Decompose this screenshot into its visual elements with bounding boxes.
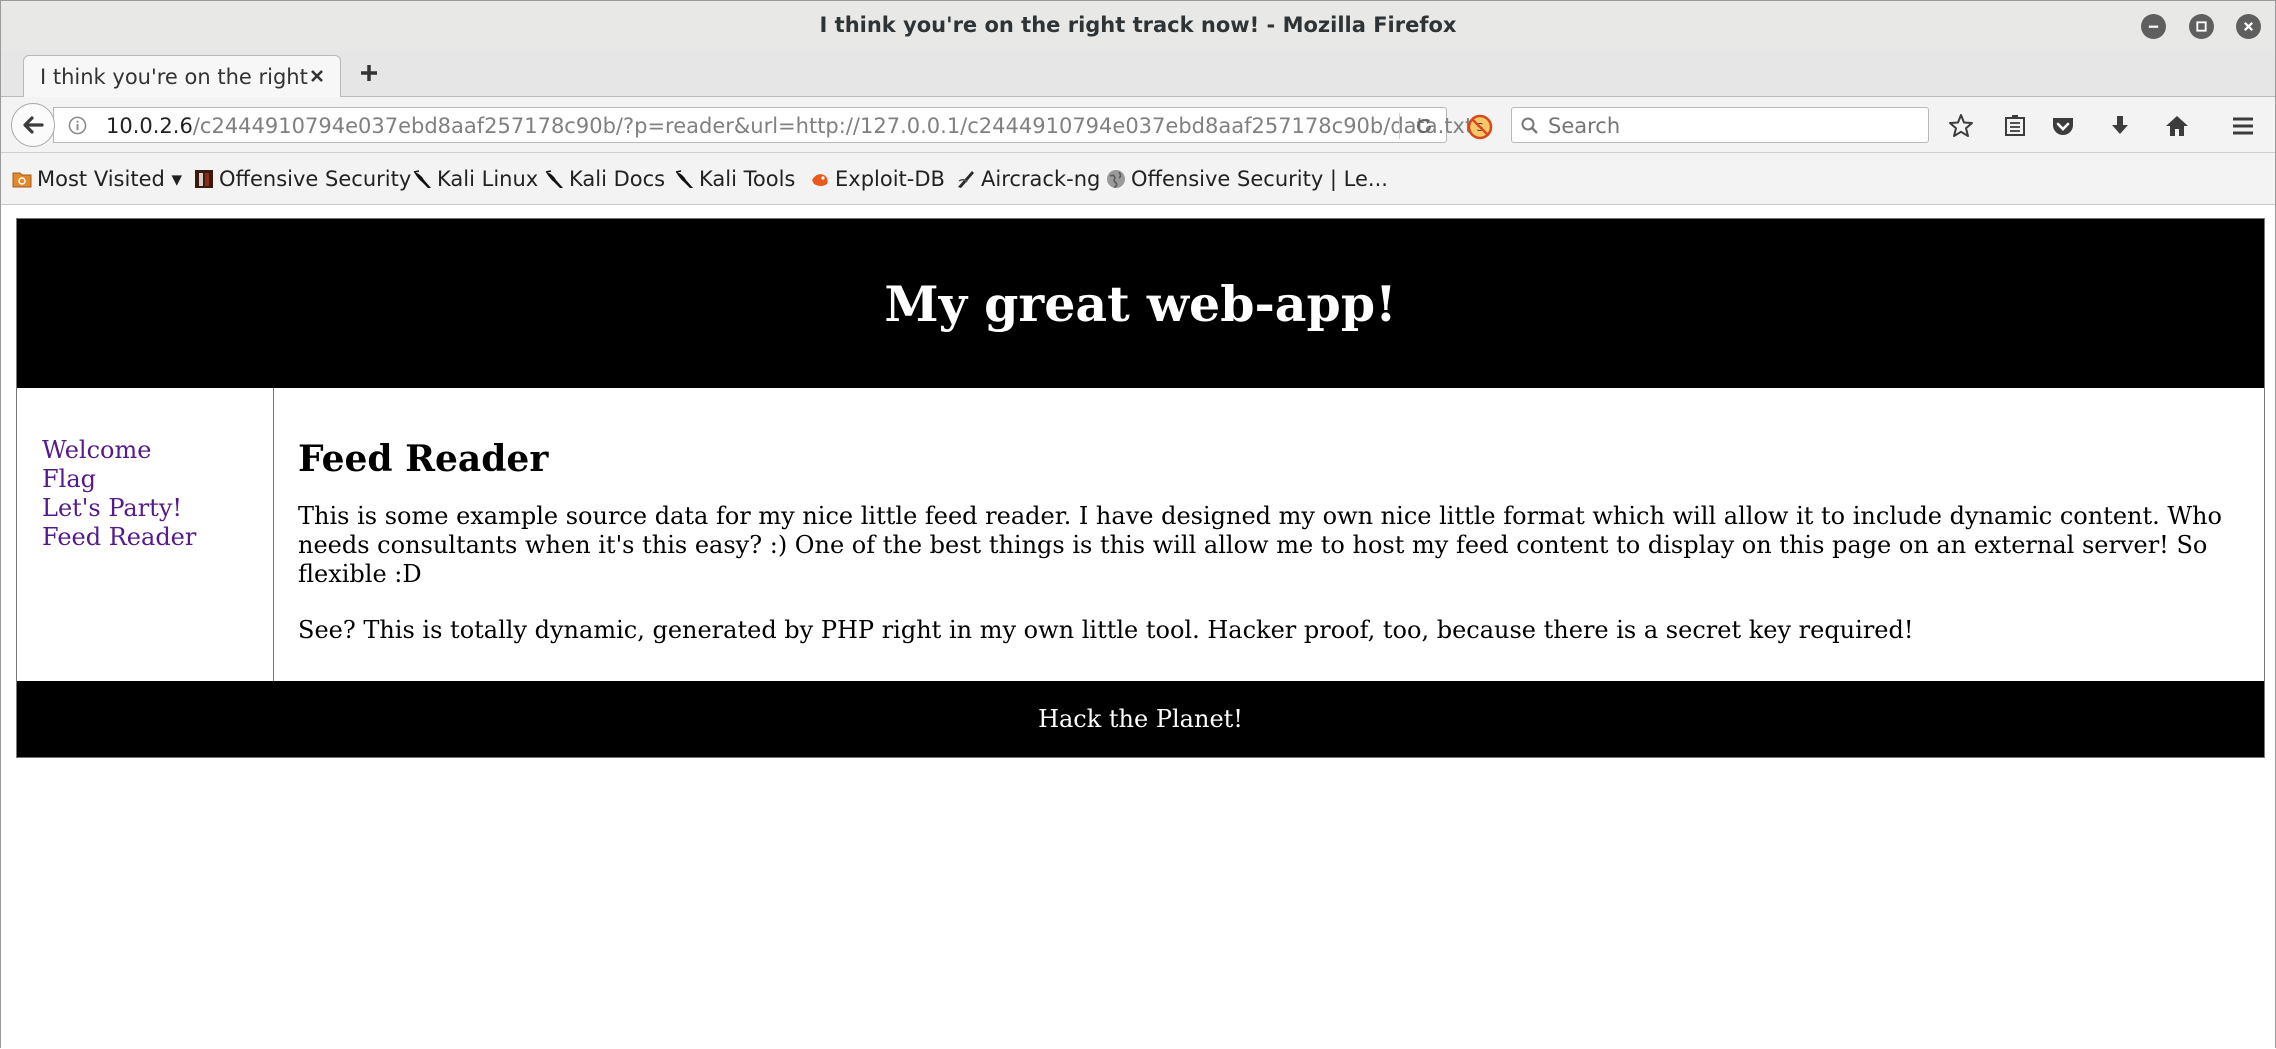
footer-text: Hack the Planet! [1038, 705, 1243, 733]
app-header: My great web-app! [17, 219, 2264, 388]
content-paragraph-2: See? This is totally dynamic, generated … [298, 616, 1914, 644]
info-icon[interactable] [68, 116, 87, 135]
close-window-button[interactable] [2236, 14, 2261, 39]
bookmark-kali-docs[interactable]: Kali Docs [543, 165, 665, 193]
kali-dragon-icon [545, 170, 563, 188]
tab-title: I think you're on the right ... [40, 65, 310, 89]
navigation-toolbar: 10.0.2.6/c2444910794e037ebd8aaf257178c90… [1, 97, 2275, 153]
bookmark-label: Offensive Security [219, 167, 412, 191]
bookmark-offensive-security-le[interactable]: Offensive Security | Le... [1105, 165, 1388, 193]
bookmark-exploit-db[interactable]: Exploit-DB [809, 165, 945, 193]
minimize-button[interactable] [2141, 14, 2166, 39]
app-body: Welcome Flag Let's Party! Feed Reader Fe… [17, 388, 2264, 681]
minimize-icon [2148, 25, 2159, 28]
content-title: Feed Reader [298, 438, 549, 480]
bookmark-kali-tools[interactable]: Kali Tools [673, 165, 795, 193]
search-bar[interactable] [1511, 107, 1929, 143]
bookmarks-toolbar: Most Visited ▾ Offensive Security Kali L… [1, 153, 2275, 205]
reading-list-icon[interactable] [2001, 112, 2029, 140]
url-host: 10.0.2.6 [106, 114, 193, 138]
url-path: /c2444910794e037ebd8aaf257178c90b/?p=rea… [192, 114, 1474, 138]
nav-link-feed-reader[interactable]: Feed Reader [42, 523, 273, 552]
kali-dragon-icon [413, 170, 431, 188]
maximize-button[interactable] [2189, 14, 2214, 39]
bookmark-label: Most Visited ▾ [37, 167, 183, 191]
url-text[interactable]: 10.0.2.6/c2444910794e037ebd8aaf257178c90… [106, 114, 1473, 138]
tab-strip: I think you're on the right ... [1, 51, 2275, 98]
bookmark-label: Kali Linux [437, 167, 539, 191]
bookmark-label: Exploit-DB [835, 167, 945, 191]
nav-link-flag[interactable]: Flag [42, 465, 273, 494]
bookmark-label: Kali Docs [569, 167, 666, 191]
web-app: My great web-app! Welcome Flag Let's Par… [16, 218, 2265, 758]
reload-icon[interactable] [1414, 116, 1434, 136]
app-main-content: Feed Reader This is some example source … [274, 388, 2264, 681]
page-viewport: My great web-app! Welcome Flag Let's Par… [1, 206, 2275, 1049]
search-icon [1521, 117, 1538, 134]
bookmark-label: Offensive Security | Le... [1131, 167, 1388, 191]
app-footer: Hack the Planet! [17, 681, 2264, 757]
bookmark-aircrack-ng[interactable]: Aircrack-ng [955, 165, 1100, 193]
menu-icon[interactable] [2229, 112, 2257, 140]
tab-close-icon[interactable] [308, 67, 326, 85]
content-paragraph-1: This is some example source data for my … [298, 502, 2222, 588]
bookmark-label: Kali Tools [699, 167, 796, 191]
app-nav: Welcome Flag Let's Party! Feed Reader [17, 388, 274, 681]
pocket-icon[interactable] [2049, 112, 2077, 140]
kali-dragon-icon [675, 170, 693, 188]
back-arrow-icon [23, 116, 44, 134]
title-bar: I think you're on the right track now! -… [1, 1, 2275, 51]
tab-active[interactable]: I think you're on the right ... [23, 55, 341, 98]
home-icon[interactable] [2163, 112, 2191, 140]
bookmark-star-icon[interactable] [1947, 112, 1975, 140]
folder-icon [12, 172, 32, 188]
exploitdb-icon [812, 174, 828, 186]
maximize-icon [2196, 21, 2207, 32]
close-icon [2243, 21, 2254, 32]
app-heading: My great web-app! [884, 274, 1397, 333]
bookmark-offensive-security[interactable]: Offensive Security [193, 165, 411, 193]
new-tab-icon[interactable] [357, 61, 381, 85]
search-input[interactable] [1548, 114, 1908, 138]
url-bar[interactable]: 10.0.2.6/c2444910794e037ebd8aaf257178c90… [53, 107, 1473, 143]
bookmark-kali-linux[interactable]: Kali Linux [411, 165, 538, 193]
back-button[interactable] [11, 103, 55, 147]
nav-link-welcome[interactable]: Welcome [42, 436, 273, 465]
download-icon[interactable] [2106, 112, 2134, 140]
bookmark-label: Aircrack-ng [981, 167, 1101, 191]
globe-icon [1107, 170, 1125, 188]
window-title: I think you're on the right track now! -… [819, 13, 1457, 37]
aircrack-icon [958, 171, 974, 188]
offsec-icon [195, 170, 213, 188]
firefox-window: I think you're on the right track now! -… [0, 0, 2276, 1049]
noscript-icon[interactable]: S [1467, 114, 1493, 140]
url-separator [1399, 113, 1400, 139]
nav-link-party[interactable]: Let's Party! [42, 494, 273, 523]
bookmark-most-visited[interactable]: Most Visited ▾ [11, 165, 182, 193]
